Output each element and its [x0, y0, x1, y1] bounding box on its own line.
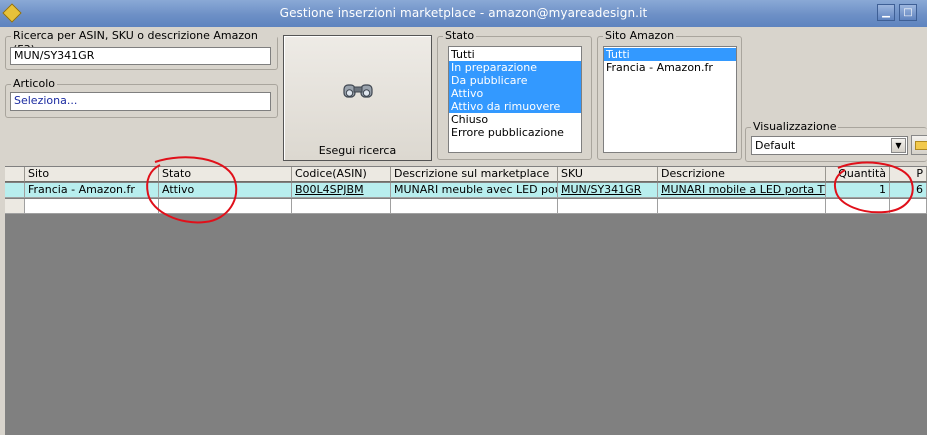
- stato-item-chiuso[interactable]: Chiuso: [449, 113, 581, 126]
- table-row[interactable]: Francia - Amazon.fr Attivo B00L4SPJBM MU…: [5, 183, 927, 198]
- window-title: Gestione inserzioni marketplace - amazon…: [279, 6, 648, 20]
- new-cell[interactable]: [159, 199, 292, 214]
- new-row-selector[interactable]: [5, 199, 25, 214]
- articolo-select-field[interactable]: Seleziona...: [10, 92, 271, 111]
- sito-amazon-group: Sito Amazon Tutti Francia - Amazon.fr: [597, 29, 742, 160]
- folder-icon: [915, 141, 927, 150]
- open-folder-button[interactable]: [911, 135, 927, 155]
- column-header-sito[interactable]: Sito: [25, 167, 159, 182]
- search-button-label: Esegui ricerca: [318, 144, 397, 157]
- stato-item-da-pubblicare[interactable]: Da pubblicare: [449, 74, 581, 87]
- cell-descrizione-link[interactable]: MUNARI mobile a LED porta TV...: [658, 183, 826, 198]
- stato-item-tutti[interactable]: Tutti: [449, 48, 581, 61]
- stato-group: Stato Tutti In preparazione Da pubblicar…: [437, 29, 592, 160]
- sito-item-francia[interactable]: Francia - Amazon.fr: [604, 61, 736, 74]
- minimize-button[interactable]: ▁: [877, 4, 895, 21]
- stato-legend: Stato: [443, 29, 477, 43]
- maximize-button[interactable]: □: [899, 4, 917, 21]
- cell-descrizione-marketplace: MUNARI meuble avec LED pour...: [391, 183, 558, 198]
- chevron-down-icon[interactable]: ▼: [891, 138, 906, 153]
- visualizzazione-dropdown[interactable]: Default ▼: [751, 136, 908, 155]
- sito-amazon-listbox[interactable]: Tutti Francia - Amazon.fr: [603, 46, 737, 153]
- column-header-sku[interactable]: SKU: [558, 167, 658, 182]
- visualizzazione-value: Default: [755, 139, 796, 152]
- search-button[interactable]: Esegui ricerca: [283, 35, 432, 161]
- column-header-prezzo[interactable]: P: [890, 167, 927, 182]
- sito-amazon-legend: Sito Amazon: [603, 29, 677, 43]
- stato-item-in-preparazione[interactable]: In preparazione: [449, 61, 581, 74]
- new-cell[interactable]: [658, 199, 826, 214]
- column-header-asin[interactable]: Codice(ASIN): [292, 167, 391, 182]
- row-selector[interactable]: [5, 183, 25, 198]
- cell-asin-link[interactable]: B00L4SPJBM: [292, 183, 391, 198]
- new-cell[interactable]: [391, 199, 558, 214]
- stato-listbox[interactable]: Tutti In preparazione Da pubblicare Atti…: [448, 46, 582, 153]
- column-header-descrizione[interactable]: Descrizione: [658, 167, 826, 182]
- binoculars-icon: [343, 84, 373, 98]
- new-cell[interactable]: [826, 199, 890, 214]
- header-row-selector[interactable]: [5, 167, 25, 182]
- articolo-legend: Articolo: [11, 77, 57, 91]
- results-grid[interactable]: Sito Stato Codice(ASIN) Descrizione sul …: [5, 166, 927, 435]
- cell-sku-link[interactable]: MUN/SY341GR: [558, 183, 658, 198]
- new-row[interactable]: [5, 199, 927, 214]
- title-bar: Gestione inserzioni marketplace - amazon…: [0, 0, 927, 27]
- column-header-quantita[interactable]: Quantità: [826, 167, 890, 182]
- articolo-group: Articolo Seleziona...: [5, 77, 278, 118]
- column-header-stato[interactable]: Stato: [159, 167, 292, 182]
- search-group: Ricerca per ASIN, SKU o descrizione Amaz…: [5, 29, 278, 70]
- stato-item-attivo-da-rimuovere[interactable]: Attivo da rimuovere: [449, 100, 581, 113]
- column-header-descrizione-marketplace[interactable]: Descrizione sul marketplace: [391, 167, 558, 182]
- new-cell[interactable]: [558, 199, 658, 214]
- visualizzazione-legend: Visualizzazione: [751, 120, 839, 134]
- new-cell[interactable]: [292, 199, 391, 214]
- sito-item-tutti[interactable]: Tutti: [604, 48, 736, 61]
- stato-item-errore-pubblicazione[interactable]: Errore pubblicazione: [449, 126, 581, 139]
- new-cell[interactable]: [25, 199, 159, 214]
- cell-stato: Attivo: [159, 183, 292, 198]
- new-cell[interactable]: [890, 199, 927, 214]
- cell-sito: Francia - Amazon.fr: [25, 183, 159, 198]
- search-input[interactable]: MUN/SY341GR: [10, 47, 271, 65]
- grid-header: Sito Stato Codice(ASIN) Descrizione sul …: [5, 167, 927, 182]
- cell-prezzo: 6: [890, 183, 927, 198]
- stato-item-attivo[interactable]: Attivo: [449, 87, 581, 100]
- cell-quantita: 1: [826, 183, 890, 198]
